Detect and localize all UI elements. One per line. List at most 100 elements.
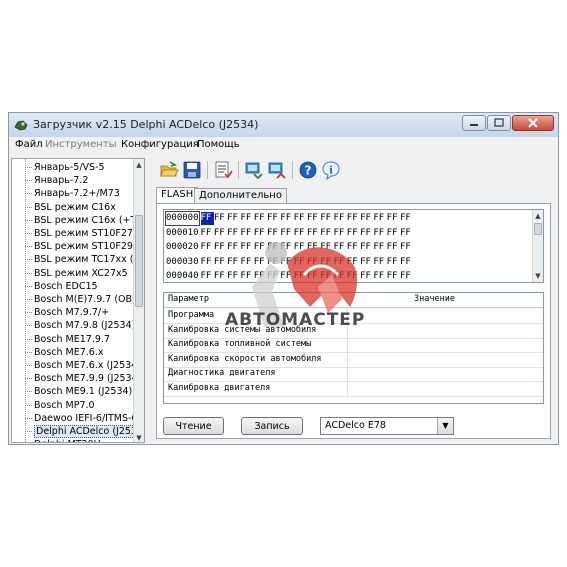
tree-connector — [25, 206, 32, 208]
hex-byte[interactable]: FF — [387, 212, 400, 225]
tree-item[interactable]: Январь-7.2+/M73 — [12, 187, 120, 200]
tree-item[interactable]: Daewoo IEFI-6/ITMS-6F — [12, 412, 143, 425]
hex-byte[interactable]: FF — [214, 241, 227, 254]
hex-byte[interactable]: FF — [201, 256, 214, 269]
ecu-type-select[interactable]: ACDelco E78 ▼ — [320, 417, 454, 435]
menu-configuration[interactable]: Конфигурация — [121, 139, 199, 150]
table-row[interactable]: Калибровка двигателя — [164, 382, 543, 397]
help-icon[interactable]: ? — [298, 160, 318, 180]
tab-flash[interactable]: FLASH — [156, 187, 199, 203]
tree-connector — [25, 246, 32, 248]
save-icon[interactable] — [182, 160, 202, 180]
tree-item-label: BSL режим ST10F296 — [34, 241, 140, 253]
tab-additional[interactable]: Дополнительно — [194, 188, 287, 203]
tree-item[interactable]: Bosch ME7.6.x (J2534) — [12, 359, 141, 372]
chevron-down-icon[interactable]: ▼ — [437, 418, 453, 434]
scroll-down-icon[interactable]: ▼ — [134, 432, 144, 442]
hex-byte[interactable]: FF — [201, 270, 214, 282]
hex-byte[interactable]: FF — [387, 256, 400, 269]
info-icon[interactable]: i — [321, 160, 341, 180]
table-row[interactable]: Калибровка топливной системы — [164, 338, 543, 354]
hex-byte[interactable]: FF — [373, 270, 386, 282]
hex-byte[interactable]: FF — [400, 227, 413, 240]
hex-byte[interactable]: FF — [373, 212, 386, 225]
title-bar[interactable]: Загрузчик v2.15 Delphi ACDelco (J2534) — [9, 113, 558, 138]
hex-byte[interactable]: FF — [387, 227, 400, 240]
tree-item[interactable]: Bosch M7.9.7/+ — [12, 306, 109, 319]
hex-byte[interactable]: FF — [400, 212, 413, 225]
scroll-up-icon[interactable]: ▲ — [134, 159, 144, 171]
hex-byte[interactable]: FF — [400, 241, 413, 254]
tree-scrollbar[interactable]: ▲ ▼ — [133, 159, 144, 442]
hex-byte[interactable]: FF — [373, 241, 386, 254]
hex-byte[interactable]: FF — [200, 212, 214, 225]
hex-address: 000020 — [166, 242, 199, 252]
scroll-thumb[interactable] — [534, 223, 542, 235]
menu-file[interactable]: Файл — [15, 139, 43, 150]
hex-byte[interactable]: FF — [214, 256, 227, 269]
tree-item[interactable]: BSL режим TC17xx (J25 — [12, 253, 144, 266]
tree-item[interactable]: Январь-5/VS-5 — [12, 161, 105, 174]
tree-item-label: Bosch M7.9.7/+ — [34, 307, 110, 319]
tree-item[interactable]: BSL режим ST10F27x — [12, 227, 139, 240]
app-icon — [14, 120, 28, 131]
tree-item-label: Bosch M(E)7.9.7 (OBDII) — [34, 294, 145, 305]
tree-item[interactable]: Январь-7.2 — [12, 174, 88, 187]
hex-byte[interactable]: FF — [214, 212, 227, 225]
tree-item[interactable]: Bosch EDC15 — [12, 280, 98, 293]
tree-connector — [25, 233, 32, 234]
write-ecu-icon[interactable] — [267, 160, 287, 180]
write-button[interactable]: Запись — [241, 417, 303, 435]
table-row[interactable]: Диагностика двигателя — [164, 367, 543, 383]
tree-item-label: Delphi ACDelco (J2534) — [34, 425, 144, 438]
tree-item[interactable]: BSL режим C16x (+T) — [12, 214, 140, 227]
tree-item[interactable]: Bosch ME7.9.9 (J2534) — [12, 372, 141, 385]
tree-item[interactable]: Bosch ME9.1 (J2534) — [12, 385, 132, 398]
tree-item[interactable]: BSL режим XC27x5 — [12, 267, 128, 280]
tree-item-label: Bosch MP7.0 — [34, 399, 95, 411]
hex-byte[interactable]: FF — [400, 256, 413, 269]
hex-byte[interactable]: FF — [214, 227, 227, 240]
table-row[interactable]: Калибровка скорости автомобиля — [164, 352, 543, 368]
menu-bar: Файл Инструменты Конфигурация Помощь — [9, 137, 558, 154]
hex-byte[interactable]: FF — [400, 270, 413, 282]
hex-byte[interactable]: FF — [387, 241, 400, 254]
tree-item[interactable]: Bosch M7.9.8 (J2534) — [12, 319, 135, 332]
scroll-up-icon[interactable]: ▲ — [533, 210, 543, 222]
close-button[interactable] — [512, 115, 554, 131]
read-ecu-icon[interactable] — [244, 160, 264, 180]
hex-byte[interactable]: FF — [201, 241, 214, 254]
menu-help[interactable]: Помощь — [197, 139, 240, 150]
checksum-icon[interactable] — [213, 160, 233, 180]
hex-byte[interactable]: FF — [201, 227, 214, 240]
tree-item[interactable]: Bosch ME17.9.7 — [12, 333, 110, 346]
tree-item[interactable]: Bosch MP7.0 — [12, 399, 95, 412]
hex-scrollbar[interactable]: ▲ ▼ — [532, 210, 543, 282]
maximize-button[interactable] — [487, 115, 511, 131]
tree-item[interactable]: Bosch ME7.6.x — [12, 346, 104, 359]
column-divider — [347, 352, 348, 367]
tree-item[interactable]: BSL режим C16x — [12, 201, 116, 214]
hex-byte[interactable]: FF — [214, 270, 227, 282]
hex-byte[interactable]: FF — [373, 256, 386, 269]
column-divider — [347, 382, 348, 396]
hex-byte[interactable]: FF — [373, 227, 386, 240]
tree-item[interactable]: Delphi ACDelco (J2534) — [12, 425, 144, 438]
scroll-thumb[interactable] — [135, 215, 143, 307]
minimize-button[interactable] — [462, 115, 486, 131]
column-header-value[interactable]: Значение — [414, 294, 455, 304]
menu-tools[interactable]: Инструменты — [45, 139, 117, 150]
tree-item-label: BSL режим C16x (+T) — [34, 214, 141, 226]
scroll-down-icon[interactable]: ▼ — [533, 270, 543, 282]
hex-byte[interactable]: FF — [387, 270, 400, 282]
tree-item-label: Bosch ME9.1 (J2534) — [34, 386, 133, 398]
open-folder-icon[interactable] — [159, 160, 179, 180]
tree-item[interactable]: Delphi MT20U — [12, 438, 101, 442]
tree-item-label: BSL режим ST10F27x — [34, 228, 139, 239]
tree-item[interactable]: Bosch M(E)7.9.7 (OBDII) — [12, 293, 145, 306]
tree-item[interactable]: BSL режим ST10F296 — [12, 240, 139, 253]
toolbar-separator — [238, 161, 239, 179]
column-header-parameter[interactable]: Параметр — [168, 294, 209, 304]
hex-address: 000040 — [166, 271, 199, 281]
read-button[interactable]: Чтение — [163, 417, 224, 435]
